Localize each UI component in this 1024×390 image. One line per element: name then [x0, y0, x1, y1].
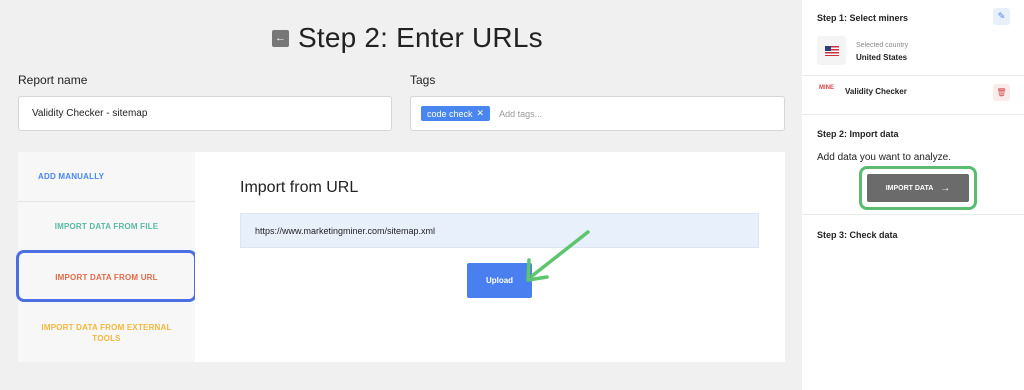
tag-chip-label: code check — [427, 108, 473, 119]
import-panel: Import from URL https://www.marketingmin… — [195, 152, 785, 362]
divider — [802, 114, 1024, 115]
step2-title: Step 2: Import data — [817, 129, 899, 139]
divider — [802, 214, 1024, 215]
sidebar-item-import-file[interactable]: IMPORT DATA FROM FILE — [18, 202, 195, 252]
annotation-arrow-icon — [526, 230, 590, 282]
import-heading: Import from URL — [240, 179, 359, 196]
tags-placeholder[interactable]: Add tags... — [499, 109, 542, 119]
page-title: Step 2: Enter URLs — [298, 22, 543, 53]
step3-title: Step 3: Check data — [817, 230, 898, 240]
country-value: United States — [856, 53, 908, 62]
miner-label: Validity Checker — [845, 87, 907, 96]
remove-tag-icon[interactable]: ✕ — [477, 108, 485, 119]
report-name-label: Report name — [18, 73, 88, 87]
import-data-label: IMPORT DATA — [885, 184, 934, 192]
steps-panel: Step 1: Select miners ✎ Selected country… — [802, 0, 1024, 390]
sidebar-item-import-external-tools[interactable]: IMPORT DATA FROM EXTERNAL TOOLS — [18, 304, 195, 362]
divider — [802, 75, 1024, 76]
arrow-right-icon: → — [940, 182, 951, 194]
tags-label: Tags — [410, 73, 436, 87]
step2-description: Add data you want to analyze. — [817, 152, 951, 163]
edit-pencil-icon[interactable]: ✎ — [993, 8, 1010, 25]
us-flag-icon — [817, 36, 846, 65]
trash-icon[interactable]: 🗑 — [993, 84, 1010, 101]
import-button-highlight: IMPORT DATA → — [859, 166, 977, 210]
tag-chip: code check ✕ — [421, 106, 491, 121]
url-option-highlight — [16, 250, 197, 302]
import-data-button[interactable]: IMPORT DATA → — [867, 174, 969, 202]
report-name-input[interactable]: Validity Checker - sitemap — [18, 96, 392, 131]
sidebar-item-add-manually[interactable]: ADD MANUALLY — [18, 152, 195, 202]
step1-title: Step 1: Select miners — [817, 13, 909, 23]
main-area: ← Step 2: Enter URLs Report name Tags Va… — [0, 0, 800, 390]
miner-icon: MINE — [819, 85, 834, 91]
tags-input[interactable]: code check ✕ Add tags... — [410, 96, 785, 131]
title-row: ← Step 2: Enter URLs — [272, 22, 543, 54]
back-arrow-icon[interactable]: ← — [272, 29, 289, 47]
country-label: Selected country — [856, 42, 909, 49]
